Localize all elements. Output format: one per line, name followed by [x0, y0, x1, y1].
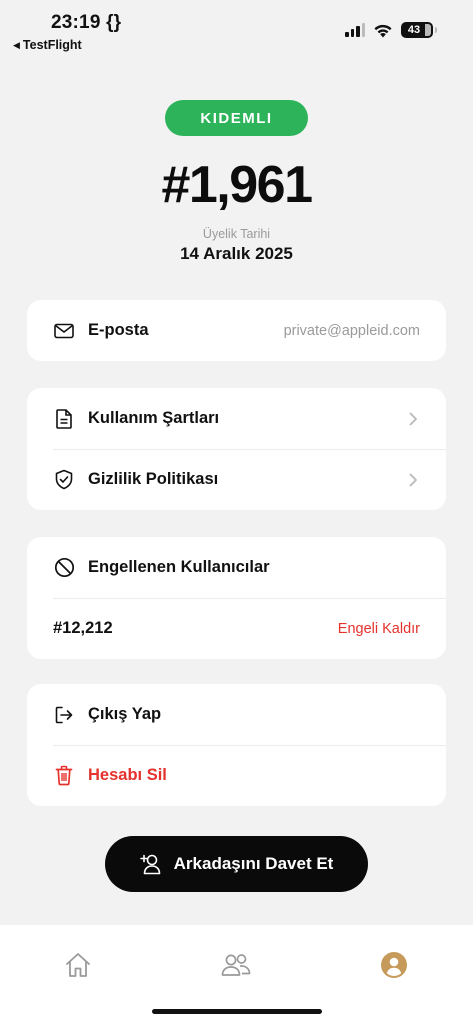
cellular-signal-icon	[345, 23, 365, 37]
session-card: Çıkış Yap Hesabı Sil	[27, 684, 446, 806]
email-label: E-posta	[88, 321, 149, 339]
people-icon	[221, 954, 251, 976]
back-to-testflight-link[interactable]: ◀ TestFlight	[13, 38, 82, 52]
document-icon	[53, 408, 75, 430]
email-value: private@appleid.com	[283, 322, 420, 339]
battery-level: 43	[407, 24, 421, 36]
back-label: TestFlight	[22, 38, 82, 52]
invite-friend-label: Arkadaşını Davet Et	[173, 854, 334, 873]
unblock-button[interactable]: Engeli Kaldır	[338, 621, 420, 637]
terms-of-use-row[interactable]: Kullanım Şartları	[27, 388, 446, 449]
logout-label: Çıkış Yap	[88, 705, 162, 723]
trash-icon	[53, 765, 75, 787]
status-bar: 23:19 {} ◀ TestFlight 43	[0, 0, 473, 58]
legal-card: Kullanım Şartları Gizlilik Politikası	[27, 388, 446, 510]
privacy-policy-label: Gizlilik Politikası	[88, 470, 219, 488]
status-time: 23:19 {}	[51, 12, 122, 33]
email-card: E-posta private@appleid.com	[27, 300, 446, 361]
status-icons: 43	[345, 22, 437, 38]
blocked-users-card: Engellenen Kullanıcılar #12,212 Engeli K…	[27, 537, 446, 659]
back-triangle-icon: ◀	[13, 39, 20, 50]
tab-people[interactable]	[218, 947, 254, 983]
home-indicator	[152, 1009, 322, 1014]
membership-date: 14 Aralık 2025	[180, 244, 293, 263]
blocked-user-id: #12,212	[53, 619, 113, 637]
logout-row[interactable]: Çıkış Yap	[27, 684, 446, 745]
home-icon	[66, 953, 90, 977]
tab-profile[interactable]	[376, 947, 412, 983]
privacy-policy-row[interactable]: Gizlilik Politikası	[27, 449, 446, 510]
chevron-right-icon	[409, 473, 417, 486]
delete-account-label: Hesabı Sil	[88, 766, 167, 784]
member-number: #1,961	[161, 156, 313, 214]
profile-icon	[381, 952, 407, 978]
logout-icon	[53, 704, 75, 726]
blocked-users-title: Engellenen Kullanıcılar	[88, 558, 270, 576]
add-person-icon	[139, 854, 160, 875]
email-row: E-posta private@appleid.com	[27, 300, 446, 361]
tab-home[interactable]	[60, 947, 96, 983]
block-icon	[53, 557, 75, 579]
battery-icon: 43	[401, 22, 437, 38]
invite-friend-button[interactable]: Arkadaşını Davet Et	[105, 836, 368, 892]
seniority-badge: KIDEMLI	[165, 100, 308, 136]
envelope-icon	[53, 320, 75, 342]
chevron-right-icon	[409, 412, 417, 425]
shield-check-icon	[53, 469, 75, 491]
delete-account-row[interactable]: Hesabı Sil	[27, 745, 446, 806]
membership-date-label: Üyelik Tarihi	[202, 227, 271, 241]
wifi-icon	[374, 24, 392, 37]
blocked-user-row: #12,212 Engeli Kaldır	[27, 598, 446, 659]
terms-of-use-label: Kullanım Şartları	[88, 409, 220, 427]
blocked-users-header: Engellenen Kullanıcılar	[27, 537, 446, 598]
